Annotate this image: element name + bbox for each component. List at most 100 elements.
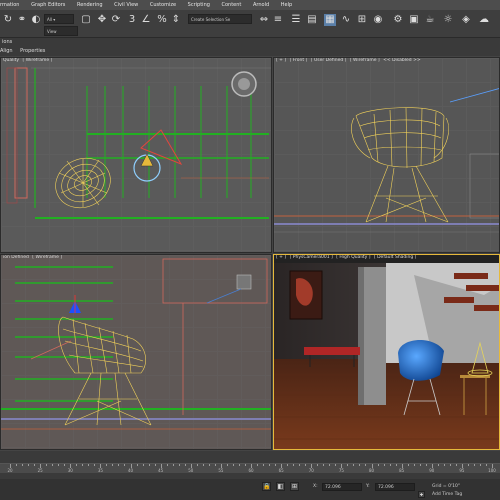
add-time-tag-button[interactable]: Add Time Tag (432, 491, 462, 499)
main-toolbar: ↻ ⚭ ◐ All ▾ ▢ ✥ ⟳ View 3 ∠ % ⇕ Create Se… (0, 10, 500, 38)
timeline-minor-tick (473, 464, 475, 466)
timeline-minor-tick (467, 464, 469, 466)
viewport-quality-label[interactable]: ion Defined (3, 255, 29, 260)
layer-explorer-icon[interactable]: ☰ (290, 14, 302, 26)
curve-editor-icon[interactable]: ∿ (340, 14, 352, 26)
timeline-minor-tick (263, 464, 265, 466)
timeline-tick-label: 70 (308, 468, 314, 473)
menu-help[interactable]: Help (276, 0, 297, 10)
timeline-minor-tick (226, 464, 228, 466)
named-selection-set-dropdown[interactable]: Create Selection Se (188, 14, 252, 24)
render-setup-icon[interactable]: ⚙ (392, 14, 404, 26)
timeline-minor-tick (142, 464, 144, 466)
align-icon[interactable]: ≡ (272, 14, 284, 26)
status-bar: 🔒 ◧ ⊞ X: 72.096 Y: 72.096 Grid = 0'10" ✚… (0, 479, 500, 500)
timeline-tick-label: 45 (158, 468, 164, 473)
angle-snap-icon[interactable]: ∠ (140, 14, 152, 26)
menu-arnold[interactable]: Arnold (248, 0, 274, 10)
ribbon-tab-ions[interactable]: ions (2, 39, 12, 45)
timeline-minor-tick (118, 464, 120, 466)
timeline-minor-tick (449, 464, 451, 466)
timeline-minor-tick (214, 464, 216, 466)
material-editor-icon[interactable]: ◉ (372, 14, 384, 26)
viewport-label[interactable]: Quality [ Wireframe ] (3, 58, 54, 63)
viewport-top[interactable]: Quality [ Wireframe ] (0, 57, 272, 253)
timeline-minor-tick (407, 464, 409, 466)
absolute-mode-icon[interactable]: ⊞ (290, 482, 299, 491)
timeline-minor-tick (479, 464, 481, 466)
percent-snap-icon[interactable]: % (156, 14, 168, 26)
viewport-shading-label[interactable]: [ Wireframe ] (32, 255, 62, 260)
mirror-icon[interactable]: ⇔ (258, 14, 270, 26)
tab-properties[interactable]: Properties (20, 48, 45, 54)
menu-scripting[interactable]: Scripting (183, 0, 215, 10)
timeline-tick-label: 95 (459, 468, 465, 473)
viewport-camera[interactable]: [ + ] [ PhysCamera001 ] [ High Quality ]… (273, 254, 500, 450)
timeline-minor-tick (52, 464, 54, 466)
render-activeshade-icon[interactable]: ◈ (460, 14, 472, 26)
select-object-icon[interactable]: ▢ (80, 14, 92, 26)
y-coord-field[interactable]: 72.096 (375, 483, 415, 491)
viewport-quality-label[interactable]: Quality (3, 58, 19, 63)
timeline-minor-tick (437, 464, 439, 466)
viewport-quality-label[interactable]: [ High Quality ] (336, 255, 370, 260)
spinner-snap-icon[interactable]: ⇕ (170, 14, 182, 26)
add-time-tag-icon[interactable]: ✚ (418, 491, 425, 498)
render-iterative-icon[interactable]: ☼ (442, 14, 454, 26)
timeline[interactable]: 20 25 30 35 40 45 50 55 60 65 70 75 80 85 90 95 100 (0, 451, 500, 479)
viewport-label[interactable]: [ + ] [ Front ] [ User Defined ] [ Wiref… (276, 58, 423, 63)
timeline-minor-tick (335, 464, 337, 466)
viewport-label[interactable]: [ + ] [ PhysCamera001 ] [ High Quality ]… (276, 255, 418, 260)
timeline-minor-tick (485, 464, 487, 466)
timeline-minor-tick (359, 464, 361, 466)
scene-explorer-icon[interactable]: ▦ (324, 14, 336, 26)
x-coord-field[interactable]: 72.096 (322, 483, 362, 491)
rendered-frame-window-icon[interactable]: ▣ (408, 14, 420, 26)
viewport-menu-label[interactable]: [ + ] (276, 255, 286, 260)
timeline-minor-tick (395, 464, 397, 466)
link-icon[interactable]: ⚭ (16, 14, 28, 26)
render-cloud-icon[interactable]: ☁ (478, 14, 490, 26)
menu-animation[interactable]: rmation (0, 0, 24, 10)
timeline-tick-label: 40 (127, 468, 134, 473)
reference-coordinate-dropdown[interactable]: View (44, 26, 78, 36)
menu-civil-view[interactable]: Civil View (109, 0, 143, 10)
lock-selection-icon[interactable]: 🔒 (262, 482, 271, 491)
timeline-minor-tick (196, 464, 198, 466)
viewport-camera-label[interactable]: [ PhysCamera001 ] (290, 255, 333, 260)
snap-3d-icon[interactable]: 3 (126, 14, 138, 26)
viewport-shading-label[interactable]: [ Wireframe ] (350, 58, 380, 63)
menu-graph-editors[interactable]: Graph Editors (26, 0, 70, 10)
viewport-shading-label[interactable]: [ Wireframe ] (23, 58, 53, 63)
menu-customize[interactable]: Customize (145, 0, 181, 10)
move-icon[interactable]: ✥ (96, 14, 108, 26)
camera-rendered-scene (274, 263, 499, 449)
viewport-menu-label[interactable]: [ + ] (276, 58, 286, 63)
viewport-front[interactable]: [ + ] [ Front ] [ User Defined ] [ Wiref… (273, 57, 500, 253)
viewport-label[interactable]: ion Defined [ Wireframe ] (3, 255, 64, 260)
ribbon-tabs: ions Align Properties (0, 38, 500, 56)
timeline-minor-tick (202, 464, 204, 466)
tab-align[interactable]: Align (0, 48, 13, 54)
bind-space-warp-icon[interactable]: ◐ (30, 14, 42, 26)
viewport-point-of-view-label[interactable]: [ Front ] (290, 58, 308, 63)
ribbon-row-2: Align Properties (0, 47, 51, 56)
timeline-minor-tick (275, 464, 277, 466)
viewport-left[interactable]: ion Defined [ Wireframe ] (0, 254, 272, 450)
toggle-ribbon-icon[interactable]: ▤ (306, 14, 318, 26)
render-production-icon[interactable]: ☕ (424, 14, 436, 26)
timeline-tick-label: 80 (368, 468, 375, 473)
rotate-icon[interactable]: ⟳ (110, 14, 122, 26)
timeline-minor-tick (46, 464, 48, 466)
viewport-shading-label[interactable]: [ Default Shading ] (374, 255, 417, 260)
timeline-minor-tick (232, 464, 234, 466)
selection-filter-dropdown[interactable]: All ▾ (44, 14, 74, 24)
schematic-view-icon[interactable]: ⊞ (356, 14, 368, 26)
viewport-quality-label[interactable]: [ User Defined ] (311, 58, 347, 63)
timeline-minor-tick (28, 464, 30, 466)
menu-rendering[interactable]: Rendering (72, 0, 108, 10)
menu-content[interactable]: Content (217, 0, 247, 10)
timeline-track[interactable]: 20 25 30 35 40 45 50 55 60 65 70 75 80 85 90 95 100 (0, 463, 500, 473)
redo-icon[interactable]: ↻ (2, 14, 14, 26)
isolate-icon[interactable]: ◧ (276, 482, 285, 491)
